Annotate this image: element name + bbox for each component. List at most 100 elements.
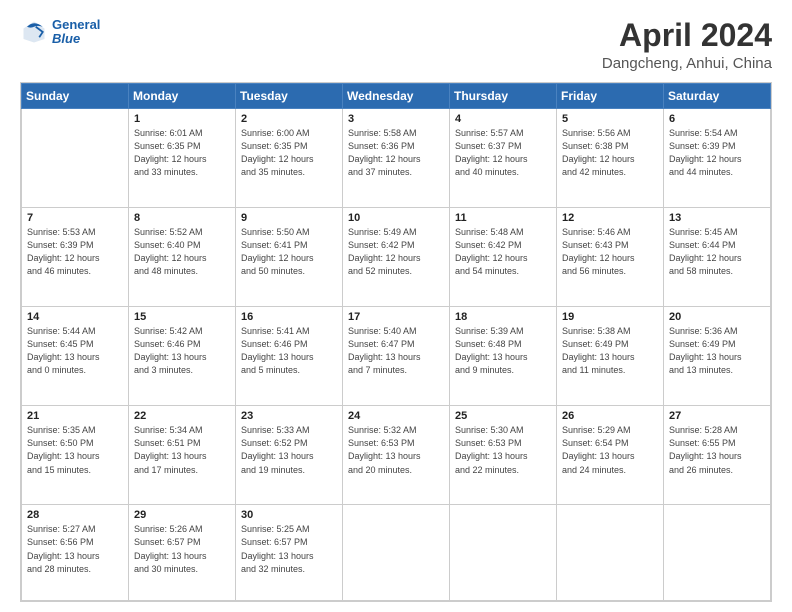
day-info: Sunrise: 5:45 AM Sunset: 6:44 PM Dayligh…: [669, 226, 765, 278]
calendar-table: Sunday Monday Tuesday Wednesday Thursday…: [21, 83, 771, 601]
calendar: Sunday Monday Tuesday Wednesday Thursday…: [20, 82, 772, 602]
day-number: 9: [241, 212, 337, 224]
day-number: 20: [669, 311, 765, 323]
subtitle: Dangcheng, Anhui, China: [602, 55, 772, 72]
calendar-header: Sunday Monday Tuesday Wednesday Thursday…: [22, 84, 771, 109]
day-info: Sunrise: 5:49 AM Sunset: 6:42 PM Dayligh…: [348, 226, 444, 278]
calendar-cell: 6 Sunrise: 5:54 AM Sunset: 6:39 PM Daylig…: [664, 109, 771, 208]
day-number: 7: [27, 212, 123, 224]
th-friday: Friday: [557, 84, 664, 109]
day-number: 18: [455, 311, 551, 323]
calendar-cell: 20 Sunrise: 5:36 AM Sunset: 6:49 PM Dayli…: [664, 307, 771, 406]
th-tuesday: Tuesday: [236, 84, 343, 109]
day-number: 22: [134, 410, 230, 422]
day-info: Sunrise: 5:53 AM Sunset: 6:39 PM Dayligh…: [27, 226, 123, 278]
calendar-cell: 24 Sunrise: 5:32 AM Sunset: 6:53 PM Dayli…: [343, 406, 450, 505]
day-info: Sunrise: 5:26 AM Sunset: 6:57 PM Dayligh…: [134, 523, 230, 575]
day-number: 8: [134, 212, 230, 224]
calendar-cell: [557, 505, 664, 601]
day-info: Sunrise: 5:54 AM Sunset: 6:39 PM Dayligh…: [669, 127, 765, 179]
calendar-cell: 29 Sunrise: 5:26 AM Sunset: 6:57 PM Dayli…: [129, 505, 236, 601]
calendar-cell: 9Sunrise: 5:50 AM Sunset: 6:41 PM Daylig…: [236, 208, 343, 307]
calendar-cell: 16Sunrise: 5:41 AM Sunset: 6:46 PM Dayli…: [236, 307, 343, 406]
calendar-cell: 28Sunrise: 5:27 AM Sunset: 6:56 PM Dayli…: [22, 505, 129, 601]
logo-line2: Blue: [52, 31, 80, 46]
calendar-cell: 21Sunrise: 5:35 AM Sunset: 6:50 PM Dayli…: [22, 406, 129, 505]
day-number: 12: [562, 212, 658, 224]
day-info: Sunrise: 5:48 AM Sunset: 6:42 PM Dayligh…: [455, 226, 551, 278]
day-info: Sunrise: 6:01 AM Sunset: 6:35 PM Dayligh…: [134, 127, 230, 179]
calendar-cell: 2Sunrise: 6:00 AM Sunset: 6:35 PM Daylig…: [236, 109, 343, 208]
header: General Blue April 2024 Dangcheng, Anhui…: [20, 18, 772, 72]
day-number: 27: [669, 410, 765, 422]
calendar-cell: 23 Sunrise: 5:33 AM Sunset: 6:52 PM Dayli…: [236, 406, 343, 505]
day-number: 15: [134, 311, 230, 323]
calendar-cell: [450, 505, 557, 601]
calendar-cell: [22, 109, 129, 208]
day-number: 4: [455, 113, 551, 125]
th-monday: Monday: [129, 84, 236, 109]
day-info: Sunrise: 5:30 AM Sunset: 6:53 PM Dayligh…: [455, 424, 551, 476]
day-info: Sunrise: 5:33 AM Sunset: 6:52 PM Dayligh…: [241, 424, 337, 476]
calendar-week-5: 28Sunrise: 5:27 AM Sunset: 6:56 PM Dayli…: [22, 505, 771, 601]
th-sunday: Sunday: [22, 84, 129, 109]
calendar-cell: 26Sunrise: 5:29 AM Sunset: 6:54 PM Dayli…: [557, 406, 664, 505]
day-info: Sunrise: 5:40 AM Sunset: 6:47 PM Dayligh…: [348, 325, 444, 377]
day-number: 2: [241, 113, 337, 125]
logo-line1: General: [52, 17, 100, 32]
day-number: 16: [241, 311, 337, 323]
day-number: 29: [134, 509, 230, 521]
day-info: Sunrise: 5:58 AM Sunset: 6:36 PM Dayligh…: [348, 127, 444, 179]
day-info: Sunrise: 5:28 AM Sunset: 6:55 PM Dayligh…: [669, 424, 765, 476]
calendar-cell: 27 Sunrise: 5:28 AM Sunset: 6:55 PM Dayli…: [664, 406, 771, 505]
day-number: 25: [455, 410, 551, 422]
logo-icon: [20, 18, 48, 46]
calendar-cell: 7 Sunrise: 5:53 AM Sunset: 6:39 PM Daylig…: [22, 208, 129, 307]
day-number: 10: [348, 212, 444, 224]
calendar-week-4: 21Sunrise: 5:35 AM Sunset: 6:50 PM Dayli…: [22, 406, 771, 505]
day-info: Sunrise: 5:32 AM Sunset: 6:53 PM Dayligh…: [348, 424, 444, 476]
day-info: Sunrise: 5:56 AM Sunset: 6:38 PM Dayligh…: [562, 127, 658, 179]
day-info: Sunrise: 5:34 AM Sunset: 6:51 PM Dayligh…: [134, 424, 230, 476]
calendar-cell: [664, 505, 771, 601]
calendar-cell: 5 Sunrise: 5:56 AM Sunset: 6:38 PM Daylig…: [557, 109, 664, 208]
calendar-cell: 4Sunrise: 5:57 AM Sunset: 6:37 PM Daylig…: [450, 109, 557, 208]
calendar-cell: 22 Sunrise: 5:34 AM Sunset: 6:51 PM Dayli…: [129, 406, 236, 505]
day-number: 6: [669, 113, 765, 125]
calendar-week-1: 1Sunrise: 6:01 AM Sunset: 6:35 PM Daylig…: [22, 109, 771, 208]
day-number: 14: [27, 311, 123, 323]
calendar-week-2: 7 Sunrise: 5:53 AM Sunset: 6:39 PM Daylig…: [22, 208, 771, 307]
day-number: 5: [562, 113, 658, 125]
calendar-cell: 15Sunrise: 5:42 AM Sunset: 6:46 PM Dayli…: [129, 307, 236, 406]
day-number: 24: [348, 410, 444, 422]
calendar-body: 1Sunrise: 6:01 AM Sunset: 6:35 PM Daylig…: [22, 109, 771, 601]
calendar-cell: 30Sunrise: 5:25 AM Sunset: 6:57 PM Dayli…: [236, 505, 343, 601]
day-number: 13: [669, 212, 765, 224]
day-number: 23: [241, 410, 337, 422]
day-info: Sunrise: 5:27 AM Sunset: 6:56 PM Dayligh…: [27, 523, 123, 575]
calendar-cell: 25 Sunrise: 5:30 AM Sunset: 6:53 PM Dayli…: [450, 406, 557, 505]
logo-text: General Blue: [52, 18, 100, 47]
calendar-cell: 1Sunrise: 6:01 AM Sunset: 6:35 PM Daylig…: [129, 109, 236, 208]
calendar-cell: 3Sunrise: 5:58 AM Sunset: 6:36 PM Daylig…: [343, 109, 450, 208]
day-info: Sunrise: 5:36 AM Sunset: 6:49 PM Dayligh…: [669, 325, 765, 377]
calendar-cell: 14Sunrise: 5:44 AM Sunset: 6:45 PM Dayli…: [22, 307, 129, 406]
calendar-cell: 17 Sunrise: 5:40 AM Sunset: 6:47 PM Dayli…: [343, 307, 450, 406]
day-number: 11: [455, 212, 551, 224]
calendar-cell: 19Sunrise: 5:38 AM Sunset: 6:49 PM Dayli…: [557, 307, 664, 406]
calendar-cell: 13 Sunrise: 5:45 AM Sunset: 6:44 PM Dayli…: [664, 208, 771, 307]
day-info: Sunrise: 5:29 AM Sunset: 6:54 PM Dayligh…: [562, 424, 658, 476]
calendar-cell: 10 Sunrise: 5:49 AM Sunset: 6:42 PM Dayli…: [343, 208, 450, 307]
day-number: 17: [348, 311, 444, 323]
day-info: Sunrise: 5:46 AM Sunset: 6:43 PM Dayligh…: [562, 226, 658, 278]
weekday-row: Sunday Monday Tuesday Wednesday Thursday…: [22, 84, 771, 109]
th-thursday: Thursday: [450, 84, 557, 109]
day-number: 21: [27, 410, 123, 422]
page: General Blue April 2024 Dangcheng, Anhui…: [0, 0, 792, 612]
logo: General Blue: [20, 18, 100, 47]
title-block: April 2024 Dangcheng, Anhui, China: [602, 18, 772, 72]
calendar-cell: 11 Sunrise: 5:48 AM Sunset: 6:42 PM Dayli…: [450, 208, 557, 307]
th-wednesday: Wednesday: [343, 84, 450, 109]
calendar-cell: 12 Sunrise: 5:46 AM Sunset: 6:43 PM Dayli…: [557, 208, 664, 307]
th-saturday: Saturday: [664, 84, 771, 109]
